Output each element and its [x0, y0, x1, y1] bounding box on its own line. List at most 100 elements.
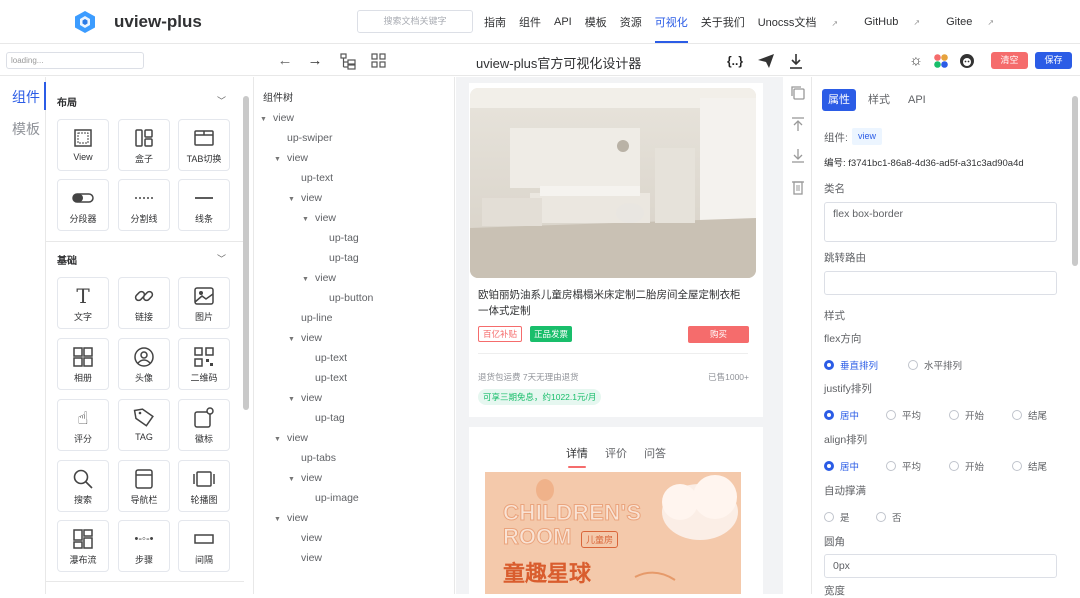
component-card-tab[interactable]: TAB切换 [178, 119, 230, 171]
copy-icon[interactable] [790, 85, 806, 101]
tab-reviews[interactable]: 评价 [605, 448, 627, 460]
component-card-view[interactable]: View [57, 119, 109, 171]
caret-down-icon[interactable]: ▼ [274, 156, 281, 163]
code-json-icon[interactable]: {..} [726, 52, 744, 70]
route-input[interactable] [824, 271, 1057, 295]
tab-styles[interactable]: 样式 [862, 89, 896, 111]
radio-autofill-yes[interactable]: 是 [824, 510, 850, 524]
buy-button[interactable]: 购买 [688, 326, 749, 343]
tree-structure-icon[interactable] [339, 52, 357, 70]
nav-link-github[interactable]: GitHub ↗ [864, 16, 933, 28]
nav-link-templates[interactable]: 模板 [585, 14, 607, 30]
save-button[interactable]: 保存 [1035, 52, 1072, 69]
tree-node[interactable]: up-swiper [274, 132, 333, 144]
component-card-image[interactable]: 图片 [178, 277, 230, 329]
radio-justify-start[interactable]: 开始 [949, 408, 984, 422]
tab-details[interactable]: 详情 [566, 448, 588, 460]
caret-down-icon[interactable]: ▼ [274, 436, 281, 443]
component-card-badge[interactable]: 徽标 [178, 399, 230, 451]
tree-node[interactable]: up-tag [302, 412, 345, 424]
move-down-icon[interactable] [790, 148, 806, 164]
tree-node[interactable]: up-text [302, 372, 347, 384]
component-card-swiper[interactable]: 轮播图 [178, 460, 230, 512]
caret-down-icon[interactable]: ▼ [274, 516, 281, 523]
arrow-left-icon[interactable]: ← [276, 52, 294, 70]
tree-node[interactable]: up-tabs [288, 452, 336, 464]
radio-align-around[interactable]: 平均 [886, 459, 921, 473]
brand-name[interactable]: uview-plus [114, 12, 202, 32]
caret-down-icon[interactable]: ▼ [288, 476, 295, 483]
tree-node[interactable]: ▼ view [274, 152, 308, 164]
uview-logo-icon[interactable] [74, 10, 96, 34]
chevron-down-icon[interactable]: ﹀ [217, 252, 226, 265]
rail-tab-templates[interactable]: 模板 [12, 119, 40, 139]
move-up-icon[interactable] [790, 116, 806, 132]
nav-link-api[interactable]: API [554, 16, 572, 28]
nav-link-visual[interactable]: 可视化 [654, 14, 688, 43]
tree-node[interactable]: view [288, 552, 322, 564]
component-card-link[interactable]: 链接 [118, 277, 170, 329]
caret-down-icon[interactable]: ▼ [288, 196, 295, 203]
detail-banner[interactable]: CHILDREN'S ROOM 儿童房 童趣星球 [485, 472, 741, 594]
tab-api[interactable]: API [902, 89, 932, 111]
rail-tab-components[interactable]: 组件 [12, 87, 40, 107]
radio-justify-end[interactable]: 结尾 [1012, 408, 1047, 422]
tree-node[interactable]: up-line [288, 312, 333, 324]
nav-link-about[interactable]: 关于我们 [701, 14, 745, 30]
tab-attributes[interactable]: 属性 [822, 89, 856, 111]
radio-align-end[interactable]: 结尾 [1012, 459, 1047, 473]
nav-link-unocss[interactable]: Unocss文档 ↗ [758, 14, 851, 30]
component-card-gap[interactable]: 间隔 [178, 520, 230, 572]
tree-node[interactable]: ▼ view [302, 272, 336, 284]
product-image[interactable] [470, 88, 756, 278]
component-card-divider[interactable]: 分割线 [118, 179, 170, 231]
component-card-steps[interactable]: •-◦-• 步骤 [118, 520, 170, 572]
component-card-box[interactable]: 盒子 [118, 119, 170, 171]
tree-node[interactable]: up-text [288, 172, 333, 184]
arrow-right-icon[interactable]: → [306, 52, 324, 70]
class-textarea[interactable]: flex box-border [824, 202, 1057, 242]
tree-node[interactable]: up-tag [316, 232, 359, 244]
tree-node[interactable]: up-button [316, 292, 373, 304]
caret-down-icon[interactable]: ▼ [288, 336, 295, 343]
component-card-line[interactable]: 线条 [178, 179, 230, 231]
radius-input[interactable]: 0px [824, 554, 1057, 578]
caret-down-icon[interactable]: ▼ [288, 396, 295, 403]
nav-link-guide[interactable]: 指南 [484, 14, 506, 30]
grid-view-icon[interactable] [370, 52, 388, 70]
component-card-text[interactable]: T 文字 [57, 277, 109, 329]
caret-down-icon[interactable]: ▼ [302, 276, 309, 283]
component-card-album[interactable]: 相册 [57, 338, 109, 390]
delete-icon[interactable] [790, 179, 806, 195]
loading-input[interactable]: loading... [6, 52, 144, 69]
caret-down-icon[interactable]: ▼ [260, 116, 267, 123]
tree-node[interactable]: up-image [302, 492, 359, 504]
tab-qa[interactable]: 问答 [644, 448, 666, 460]
chevron-down-icon[interactable]: ﹀ [217, 94, 226, 107]
tree-node[interactable]: view [288, 532, 322, 544]
tree-node[interactable]: ▼ view [260, 112, 294, 124]
sun-theme-icon[interactable]: ☼ [907, 52, 925, 70]
radio-align-start[interactable]: 开始 [949, 459, 984, 473]
color-palette-icon[interactable] [932, 52, 950, 70]
component-panel-scrollbar[interactable] [243, 96, 249, 410]
nav-link-components[interactable]: 组件 [519, 14, 541, 30]
download-icon[interactable] [787, 52, 805, 70]
nav-link-resources[interactable]: 资源 [620, 14, 642, 30]
avatar-icon[interactable] [958, 52, 976, 70]
tree-node[interactable]: ▼ view [288, 392, 322, 404]
tree-node[interactable]: ▼ view [288, 332, 322, 344]
tree-node[interactable]: up-tag [316, 252, 359, 264]
send-icon[interactable] [757, 52, 775, 70]
properties-scrollbar[interactable] [1072, 96, 1078, 266]
radio-vertical[interactable]: 垂直排列 [824, 358, 878, 372]
tree-node[interactable]: ▼ view [274, 432, 308, 444]
caret-down-icon[interactable]: ▼ [302, 216, 309, 223]
tree-node[interactable]: up-text [302, 352, 347, 364]
doc-search-input[interactable]: 搜索文档关键字 [357, 10, 473, 33]
radio-justify-around[interactable]: 平均 [886, 408, 921, 422]
nav-link-gitee[interactable]: Gitee ↗ [946, 16, 1007, 28]
component-card-tag[interactable]: TAG [118, 399, 170, 451]
radio-justify-center[interactable]: 居中 [824, 408, 859, 422]
component-card-search[interactable]: 搜索 [57, 460, 109, 512]
